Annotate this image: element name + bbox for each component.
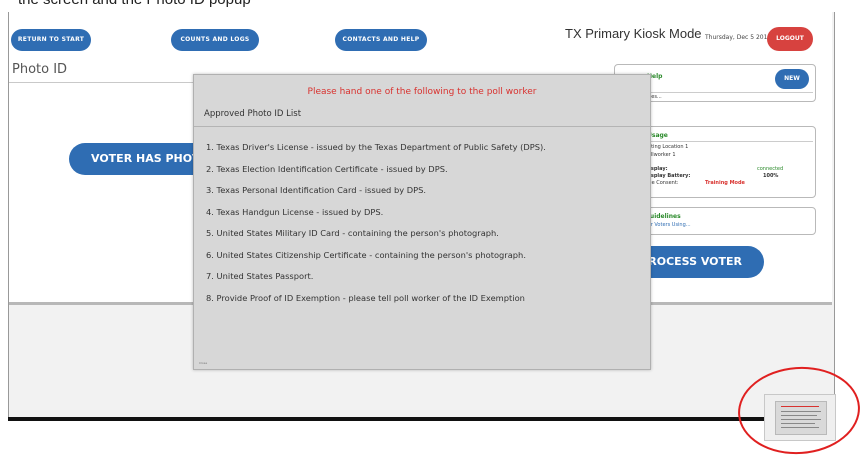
list-item: 3. Texas Personal Identification Card - …: [206, 185, 427, 195]
list-item: 4. Texas Handgun License - issued by DPS…: [206, 206, 384, 217]
list-item: 2. Texas Election Identification Certifi…: [206, 163, 448, 174]
modal-header: Please hand one of the following to the …: [307, 87, 537, 97]
mode-value: Training Mode: [705, 180, 745, 186]
modal-close-link[interactable]: Close: [199, 361, 207, 365]
approved-photo-id-list-title: Approved Photo ID List: [204, 109, 302, 119]
display-value: connected: [757, 166, 784, 172]
title-divider: [9, 82, 209, 83]
caption-text: the screen and the Photo ID popup: [0, 0, 865, 12]
return-to-start-button[interactable]: RETURN TO START: [11, 29, 91, 51]
list-item: 1. Texas Driver's License - issued by th…: [206, 142, 546, 152]
new-button[interactable]: NEW: [775, 69, 809, 89]
top-bar: RETURN TO START COUNTS AND LOGS CONTACTS…: [9, 12, 832, 54]
list-item: 5. United States Military ID Card - cont…: [206, 228, 499, 238]
photo-id-list: 1. Texas Driver's License - issued by th…: [206, 137, 546, 309]
bottom-divider: [8, 417, 833, 421]
kiosk-mode-title: TX Primary Kiosk Mode: [565, 26, 702, 41]
battery-value: 100%: [763, 173, 779, 179]
logout-button[interactable]: LOGOUT: [767, 27, 813, 51]
date-display: Thursday, Dec 5 2019: [705, 34, 772, 41]
page-title: Photo ID: [12, 62, 68, 77]
kiosk-screen: RETURN TO START COUNTS AND LOGS CONTACTS…: [8, 12, 835, 417]
list-item: 7. United States Passport.: [206, 271, 314, 281]
photo-id-modal: Please hand one of the following to the …: [193, 74, 651, 370]
usage-location: Voting Location 1: [645, 144, 689, 150]
counts-and-logs-button[interactable]: COUNTS AND LOGS: [171, 29, 259, 51]
guidelines-link[interactable]: For Voters Using...: [645, 222, 691, 228]
battery-label: Display Battery:: [645, 173, 691, 179]
list-item: 6. United States Citizenship Certificate…: [206, 249, 526, 260]
modal-divider: [194, 126, 650, 127]
contacts-and-help-button[interactable]: CONTACTS AND HELP: [335, 29, 427, 51]
list-item: 8. Provide Proof of ID Exemption - pleas…: [206, 292, 525, 303]
